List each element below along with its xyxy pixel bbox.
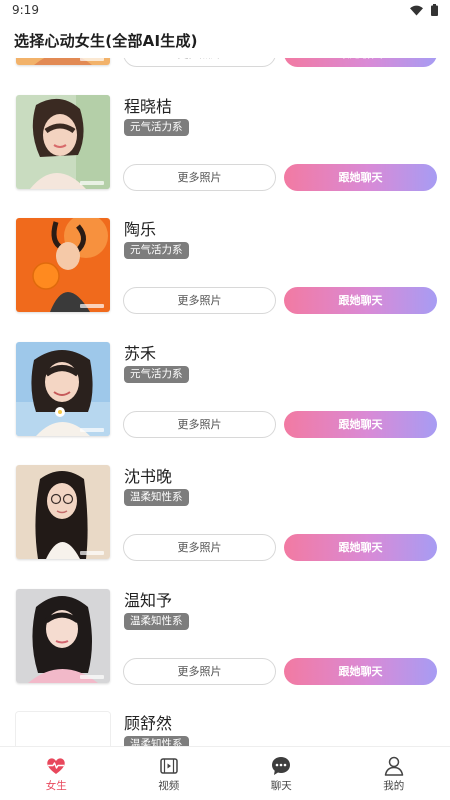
personality-tag: 温柔知性系 (124, 612, 189, 630)
tab-label: 视频 (158, 780, 180, 792)
chat-with-her-button[interactable]: 跟她聊天 (284, 410, 437, 438)
tab-label: 女生 (45, 780, 67, 792)
profile-name: 沈书晚 (124, 467, 173, 486)
profile-photo[interactable] (16, 465, 110, 559)
tab-label: 聊天 (270, 780, 292, 792)
heart-pulse-icon (45, 755, 67, 777)
battery-icon (431, 4, 438, 16)
status-time: 9:19 (12, 3, 39, 17)
bottom-tab-bar: 女生 视频 聊天 我的 (0, 746, 450, 800)
profile-card: 陶乐 元气活力系 更多照片 跟她聊天 (0, 218, 450, 342)
user-icon (383, 755, 405, 777)
more-photos-button[interactable]: 更多照片 (123, 410, 276, 438)
personality-tag: 元气活力系 (124, 365, 189, 383)
tab-video[interactable]: 视频 (113, 747, 226, 800)
more-photos-button[interactable]: 更多照片 (123, 534, 276, 561)
profile-name: 程晓桔 (124, 96, 173, 116)
tab-label: 我的 (383, 780, 405, 792)
tab-chat[interactable]: 聊天 (225, 747, 338, 800)
profile-photo[interactable] (16, 712, 110, 746)
chat-with-her-button[interactable]: 跟她聊天 (284, 163, 437, 191)
personality-tag: 元气活力系 (124, 118, 189, 136)
page-title: 选择心动女生(全部AI生成) (14, 32, 198, 50)
more-photos-button[interactable]: 更多照片 (123, 163, 276, 191)
header: 选择心动女生(全部AI生成) (0, 24, 450, 58)
tab-girls[interactable]: 女生 (0, 747, 113, 800)
chat-bubble-icon (270, 755, 292, 777)
profile-photo[interactable] (16, 94, 110, 189)
wifi-icon (410, 5, 423, 16)
profile-photo[interactable] (16, 218, 110, 312)
chat-with-her-button[interactable]: 跟她聊天 (284, 657, 437, 685)
profile-card: 更多照片 跟她聊天 (0, 58, 450, 95)
profile-name: 温知予 (124, 590, 173, 610)
profile-card: 温知予 温柔知性系 更多照片 跟她聊天 (0, 588, 450, 713)
profile-list[interactable]: 更多照片 跟她聊天 程晓桔 元气活力系 更多照片 跟她聊天 (0, 58, 450, 746)
profile-card: 顾舒然 温柔知性系 (0, 712, 450, 746)
status-icons (410, 4, 438, 16)
chat-with-her-button[interactable]: 跟她聊天 (284, 58, 437, 67)
more-photos-button[interactable]: 更多照片 (123, 287, 276, 314)
profile-photo[interactable] (16, 588, 110, 683)
profile-card: 沈书晚 温柔知性系 更多照片 跟她聊天 (0, 465, 450, 589)
tab-mine[interactable]: 我的 (338, 747, 450, 800)
personality-tag: 元气活力系 (124, 242, 189, 259)
chat-with-her-button[interactable]: 跟她聊天 (284, 534, 437, 561)
profile-photo[interactable] (16, 58, 110, 65)
profile-card: 苏禾 元气活力系 更多照片 跟她聊天 (0, 341, 450, 466)
status-bar: 9:19 (0, 0, 450, 24)
video-icon (158, 755, 180, 777)
profile-name: 苏禾 (124, 343, 157, 363)
profile-name: 顾舒然 (124, 714, 173, 733)
chat-with-her-button[interactable]: 跟她聊天 (284, 287, 437, 314)
profile-name: 陶乐 (124, 220, 157, 239)
personality-tag: 温柔知性系 (124, 736, 189, 746)
profile-card: 程晓桔 元气活力系 更多照片 跟她聊天 (0, 94, 450, 219)
more-photos-button[interactable]: 更多照片 (123, 58, 276, 67)
personality-tag: 温柔知性系 (124, 489, 189, 506)
profile-list-content: 更多照片 跟她聊天 程晓桔 元气活力系 更多照片 跟她聊天 (0, 58, 450, 746)
more-photos-button[interactable]: 更多照片 (123, 657, 276, 685)
profile-photo[interactable] (16, 341, 110, 436)
